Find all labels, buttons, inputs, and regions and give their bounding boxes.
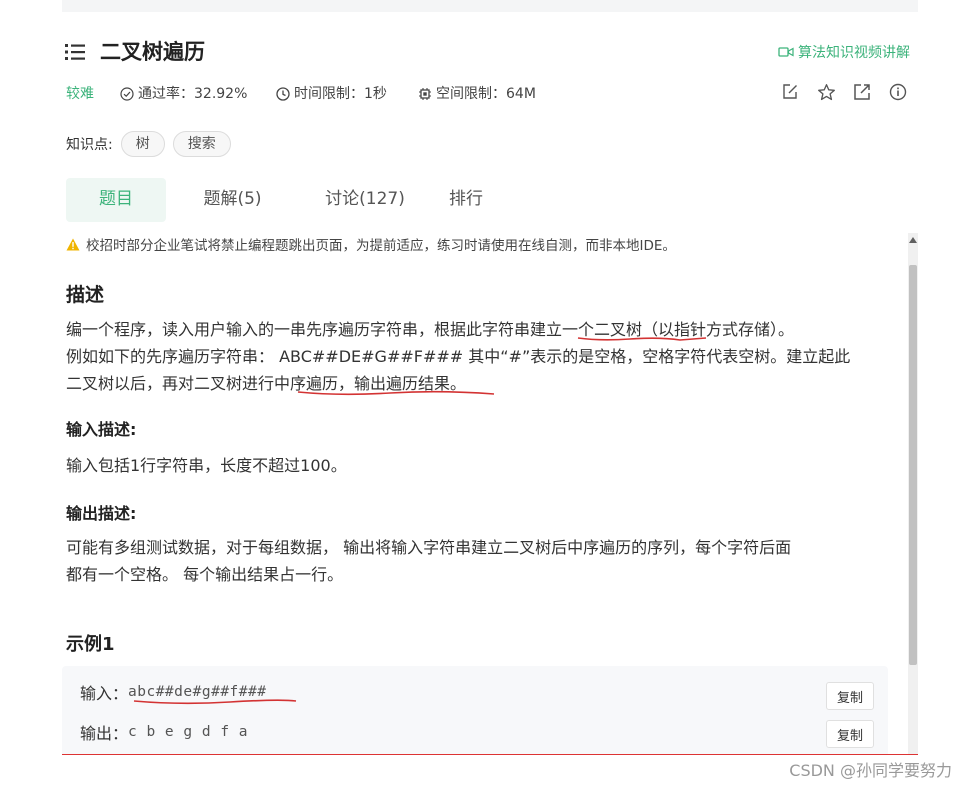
check-circle-icon — [120, 87, 134, 101]
memory-limit: 空间限制：64M — [418, 84, 536, 104]
copy-output-button[interactable]: 复制 — [826, 720, 874, 748]
output-desc-line: 可能有多组测试数据，对于每组数据， 输出将输入字符串建立二叉树后中序遍历的序列，… — [66, 538, 792, 557]
bottom-red-line — [62, 754, 918, 755]
video-explanation-link[interactable]: 算法知识视频讲解 — [778, 42, 910, 62]
description-line: 例如如下的先序遍历字符串： ABC##DE#G##F### 其中“#”表示的是空… — [66, 347, 851, 366]
top-strip — [62, 0, 918, 12]
example-output-label: 输出： — [80, 724, 129, 743]
warning-icon — [66, 238, 80, 250]
example-box: 输入： abc##de#g##f### 复制 输出： c b e g d f a… — [62, 666, 888, 754]
info-icon[interactable] — [888, 82, 908, 102]
description-text: 编一个程序，读入用户输入的一串先序遍历字符串，根据此字符串建立一个二叉树（以指针… — [66, 316, 902, 397]
star-icon[interactable] — [816, 82, 836, 102]
memory-limit-text: 空间限制：64M — [436, 86, 536, 102]
input-desc-text: 输入包括1行字符串，长度不超过100。 — [66, 456, 347, 475]
pass-rate-text: 通过率：32.92% — [138, 86, 248, 102]
notice-bar: 校招时部分企业笔试将禁止编程题跳出页面，为提前适应，练习时请使用在线自测，而非本… — [66, 234, 676, 254]
tag-tree[interactable]: 树 — [120, 131, 165, 157]
difficulty-label: 较难 — [66, 86, 94, 102]
edit-icon[interactable] — [780, 82, 800, 102]
tag-search[interactable]: 搜索 — [172, 131, 231, 157]
list-icon — [65, 44, 85, 60]
time-limit-text: 时间限制：1秒 — [294, 86, 387, 102]
video-link-label: 算法知识视频讲解 — [798, 45, 910, 61]
chip-icon — [419, 88, 431, 100]
meta-row: 较难 通过率：32.92% 时间限制：1秒 空间限制：64M — [66, 82, 908, 106]
tab-discussion[interactable]: 讨论(127) — [299, 178, 431, 222]
example-output-value: c b e g d f a — [128, 724, 249, 740]
knowledge-label: 知识点: — [66, 137, 113, 153]
input-desc-heading: 输入描述: — [66, 420, 137, 439]
time-limit: 时间限制：1秒 — [276, 84, 387, 104]
knowledge-points: 知识点: 树 搜索 — [66, 130, 231, 158]
description-line: 二叉树以后，再对二叉树进行中序遍历，输出遍历结果。 — [66, 374, 467, 393]
description-line: 编一个程序，读入用户输入的一串先序遍历字符串，根据此字符串建立一个二叉树（以指针… — [66, 320, 795, 339]
tab-bar: 题目 题解(5) 讨论(127) 排行 — [66, 178, 501, 222]
pass-rate: 通过率：32.92% — [120, 84, 247, 104]
watermark: CSDN @孙同学要努力 — [789, 761, 952, 780]
example-input-value: abc##de#g##f### — [128, 684, 267, 700]
problem-content: 校招时部分企业笔试将禁止编程题跳出页面，为提前适应，练习时请使用在线自测，而非本… — [62, 230, 908, 754]
tab-solutions[interactable]: 题解(5) — [166, 178, 299, 222]
copy-input-button[interactable]: 复制 — [826, 682, 874, 710]
share-external-icon[interactable] — [852, 82, 872, 102]
scroll-up-arrow-icon[interactable] — [909, 237, 917, 243]
notice-text: 校招时部分企业笔试将禁止编程题跳出页面，为提前适应，练习时请使用在线自测，而非本… — [86, 238, 676, 254]
tab-problem[interactable]: 题目 — [66, 178, 166, 222]
clock-icon — [276, 87, 290, 101]
tab-ranking[interactable]: 排行 — [431, 178, 501, 222]
title-row: 二叉树遍历 算法知识视频讲解 — [62, 38, 910, 68]
example-output-row: 输出： c b e g d f a — [80, 720, 248, 744]
content-scrollbar[interactable] — [908, 233, 918, 754]
action-icons — [780, 82, 908, 102]
example-input-label: 输入： — [80, 684, 129, 703]
description-heading: 描述 — [66, 284, 105, 306]
video-icon — [778, 47, 794, 57]
example-input-row: 输入： abc##de#g##f### — [80, 680, 266, 704]
output-desc-text: 可能有多组测试数据，对于每组数据， 输出将输入字符串建立二叉树后中序遍历的序列，… — [66, 534, 902, 588]
scroll-thumb[interactable] — [909, 265, 917, 665]
page-title: 二叉树遍历 — [100, 40, 205, 64]
output-desc-heading: 输出描述: — [66, 504, 137, 523]
example-heading: 示例1 — [66, 634, 115, 655]
output-desc-line: 都有一个空格。 每个输出结果占一行。 — [66, 565, 344, 584]
